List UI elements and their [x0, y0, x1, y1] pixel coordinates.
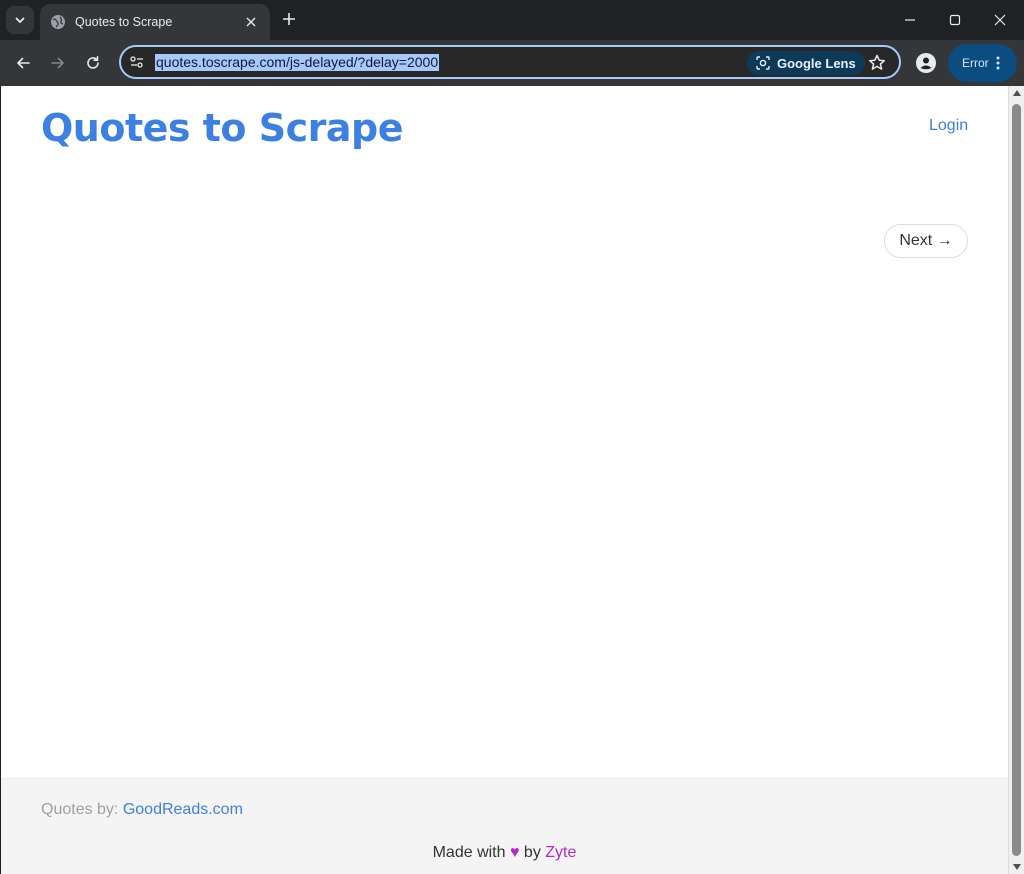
forward-button[interactable] [42, 47, 74, 79]
new-tab-button[interactable] [278, 8, 300, 30]
profile-button[interactable] [914, 51, 938, 75]
close-tab-icon[interactable] [242, 13, 260, 31]
close-icon [994, 14, 1006, 26]
google-lens-label: Google Lens [777, 55, 856, 71]
error-menu-button[interactable]: Error [948, 44, 1017, 82]
scrollbar-thumb[interactable] [1012, 104, 1021, 856]
made-with-line: Made with ♥ by Zyte [1, 844, 1008, 862]
credit-prefix: Quotes by: [41, 801, 119, 818]
account-icon [916, 53, 936, 73]
minimize-icon [905, 19, 915, 21]
browser-toolbar: quotes.toscrape.com/js-delayed/?delay=20… [0, 40, 1024, 86]
login-link[interactable]: Login [929, 117, 968, 135]
page-viewport: Quotes to Scrape Login Next → Quotes by:… [1, 86, 1008, 874]
goodreads-link[interactable]: GoodReads.com [123, 801, 243, 818]
site-settings-icon[interactable] [129, 54, 145, 70]
close-window-button[interactable] [977, 0, 1023, 40]
arrow-right-icon [51, 57, 64, 69]
site-title[interactable]: Quotes to Scrape [41, 106, 404, 150]
chevron-down-icon [15, 17, 25, 23]
google-lens-button[interactable]: Google Lens [747, 51, 865, 75]
bookmark-star-icon[interactable] [867, 53, 887, 73]
footer-credit: Quotes by: GoodReads.com [41, 801, 243, 819]
address-bar[interactable]: quotes.toscrape.com/js-delayed/?delay=20… [119, 45, 901, 79]
url-text[interactable]: quotes.toscrape.com/js-delayed/?delay=20… [155, 54, 440, 71]
more-vert-icon [996, 56, 1000, 70]
tab-strip: Quotes to Scrape [0, 0, 1024, 40]
vertical-scrollbar[interactable] [1008, 86, 1024, 874]
tab-active[interactable]: Quotes to Scrape [40, 4, 270, 40]
globe-icon [50, 14, 66, 30]
reload-icon [87, 56, 99, 69]
heart-icon: ♥ [509, 844, 520, 861]
plus-icon [283, 13, 295, 25]
reload-button[interactable] [77, 47, 109, 79]
error-label: Error [962, 56, 989, 70]
scroll-up-arrow-icon[interactable] [1012, 88, 1022, 98]
next-page-button[interactable]: Next → [884, 224, 968, 258]
back-button[interactable] [7, 47, 39, 79]
lens-icon [756, 56, 770, 70]
scroll-down-arrow-icon[interactable] [1012, 862, 1022, 872]
tab-search-button[interactable] [6, 6, 34, 34]
page-footer: Quotes by: GoodReads.com Made with ♥ by … [1, 778, 1008, 874]
zyte-link[interactable]: Zyte [545, 844, 576, 861]
maximize-icon [949, 14, 961, 26]
tab-title: Quotes to Scrape [75, 15, 173, 29]
arrow-left-icon [17, 57, 30, 69]
maximize-button[interactable] [932, 0, 978, 40]
minimize-button[interactable] [887, 0, 933, 40]
by-text: by [523, 844, 541, 861]
made-with-text: Made with [432, 844, 506, 861]
